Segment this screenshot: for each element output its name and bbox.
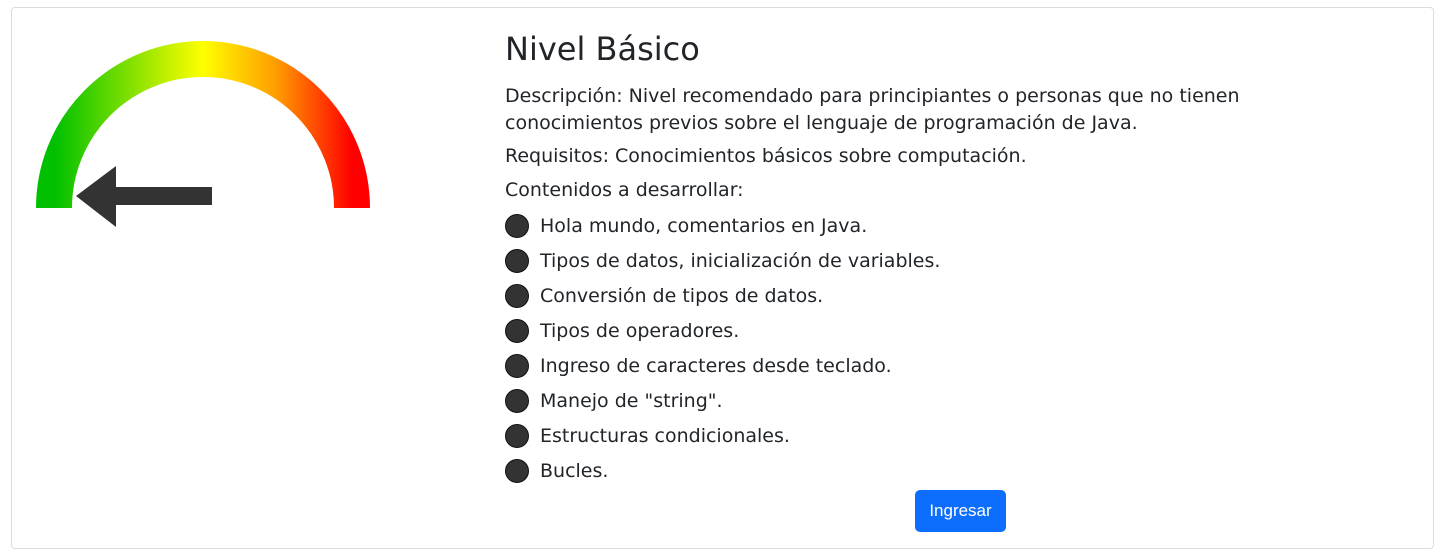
list-item: Tipos de datos, inicialización de variab… [505,243,1405,278]
bullet-icon [505,318,529,343]
contents-heading: Contenidos a desarrollar: [505,179,744,202]
arrow-left-icon [76,166,212,227]
topic-label: Conversión de tipos de datos. [540,284,824,307]
bullet-icon [505,458,529,483]
bullet-icon [505,423,529,448]
topic-label: Estructuras condicionales. [540,424,790,447]
level-info: Nivel Básico Descripción: Nivel recomend… [505,30,1405,488]
list-item: Conversión de tipos de datos. [505,278,1405,313]
page-title: Nivel Básico [505,30,700,68]
bullet-icon [505,213,529,238]
topic-label: Bucles. [540,459,609,482]
list-item: Ingreso de caracteres desde teclado. [505,348,1405,383]
topic-label: Tipos de datos, inicialización de variab… [540,249,941,272]
level-description: Descripción: Nivel recomendado para prin… [505,85,1240,134]
list-item: Hola mundo, comentarios en Java. [505,208,1405,243]
list-item: Estructuras condicionales. [505,418,1405,453]
topic-label: Manejo de "string". [540,389,723,412]
bullet-icon [505,248,529,273]
list-item: Bucles. [505,453,1405,488]
level-card: Nivel Básico Descripción: Nivel recomend… [11,7,1434,549]
topic-label: Ingreso de caracteres desde teclado. [540,354,892,377]
difficulty-gauge-icon [36,41,370,227]
level-requirements: Requisitos: Conocimientos básicos sobre … [505,144,1027,167]
topic-label: Tipos de operadores. [540,319,740,342]
bullet-icon [505,353,529,378]
list-item: Tipos de operadores. [505,313,1405,348]
topics-list: Hola mundo, comentarios en Java. Tipos d… [505,208,1405,488]
list-item: Manejo de "string". [505,383,1405,418]
bullet-icon [505,388,529,413]
bullet-icon [505,283,529,308]
enter-button[interactable]: Ingresar [915,490,1006,532]
topic-label: Hola mundo, comentarios en Java. [540,214,868,237]
